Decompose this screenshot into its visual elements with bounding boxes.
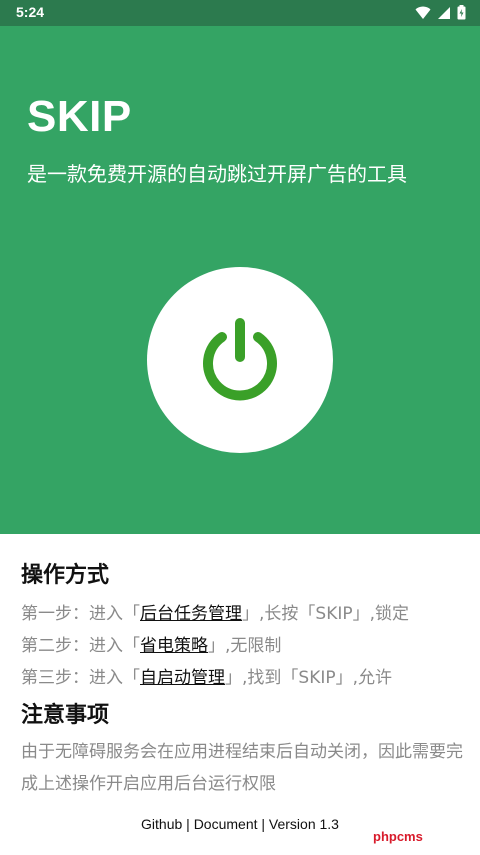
notes-section-title: 注意事项 [21, 703, 110, 728]
cell-signal-icon [438, 6, 450, 19]
app-subtitle: 是一款免费开源的自动跳过开屏广告的工具 [27, 162, 407, 186]
wifi-icon [415, 6, 431, 19]
status-time: 5:24 [16, 4, 45, 20]
battery-icon [457, 5, 466, 20]
background-task-manager-link[interactable]: 后台任务管理 [140, 604, 242, 624]
version-label: Version 1.3 [268, 816, 339, 832]
autostart-manager-link[interactable]: 自启动管理 [140, 668, 225, 688]
watermark: phpcms [373, 829, 423, 844]
document-link[interactable]: Document [194, 816, 258, 832]
power-icon [203, 318, 277, 401]
notes-text: 由于无障碍服务会在应用进程结束后自动关闭，因此需要完成上述操作开启应用后台运行权… [21, 742, 463, 794]
hero-panel: SKIP 是一款免费开源的自动跳过开屏广告的工具 [0, 26, 480, 534]
step-2-suffix: 」,无限制 [208, 636, 282, 656]
step-1-suffix: 」,长按「SKIP」,锁定 [242, 604, 410, 624]
step-3: 第三步：进入「自启动管理」,找到「SKIP」,允许 [21, 663, 392, 688]
footer-separator: | [182, 816, 194, 832]
usage-section-title: 操作方式 [21, 563, 110, 588]
github-link[interactable]: Github [141, 816, 182, 832]
step-3-prefix: 第三步：进入「 [21, 668, 140, 688]
status-icons [415, 5, 466, 20]
step-3-suffix: 」,找到「SKIP」,允许 [225, 668, 393, 688]
status-bar: 5:24 [0, 0, 480, 26]
step-2-prefix: 第二步：进入「 [21, 636, 140, 656]
step-1-prefix: 第一步：进入「 [21, 604, 140, 624]
app-title: SKIP [27, 92, 132, 141]
footer-separator: | [257, 816, 269, 832]
step-2: 第二步：进入「省电策略」,无限制 [21, 631, 281, 656]
power-toggle-button[interactable] [147, 267, 333, 453]
step-1: 第一步：进入「后台任务管理」,长按「SKIP」,锁定 [21, 599, 409, 624]
power-saving-policy-link[interactable]: 省电策略 [140, 636, 208, 656]
